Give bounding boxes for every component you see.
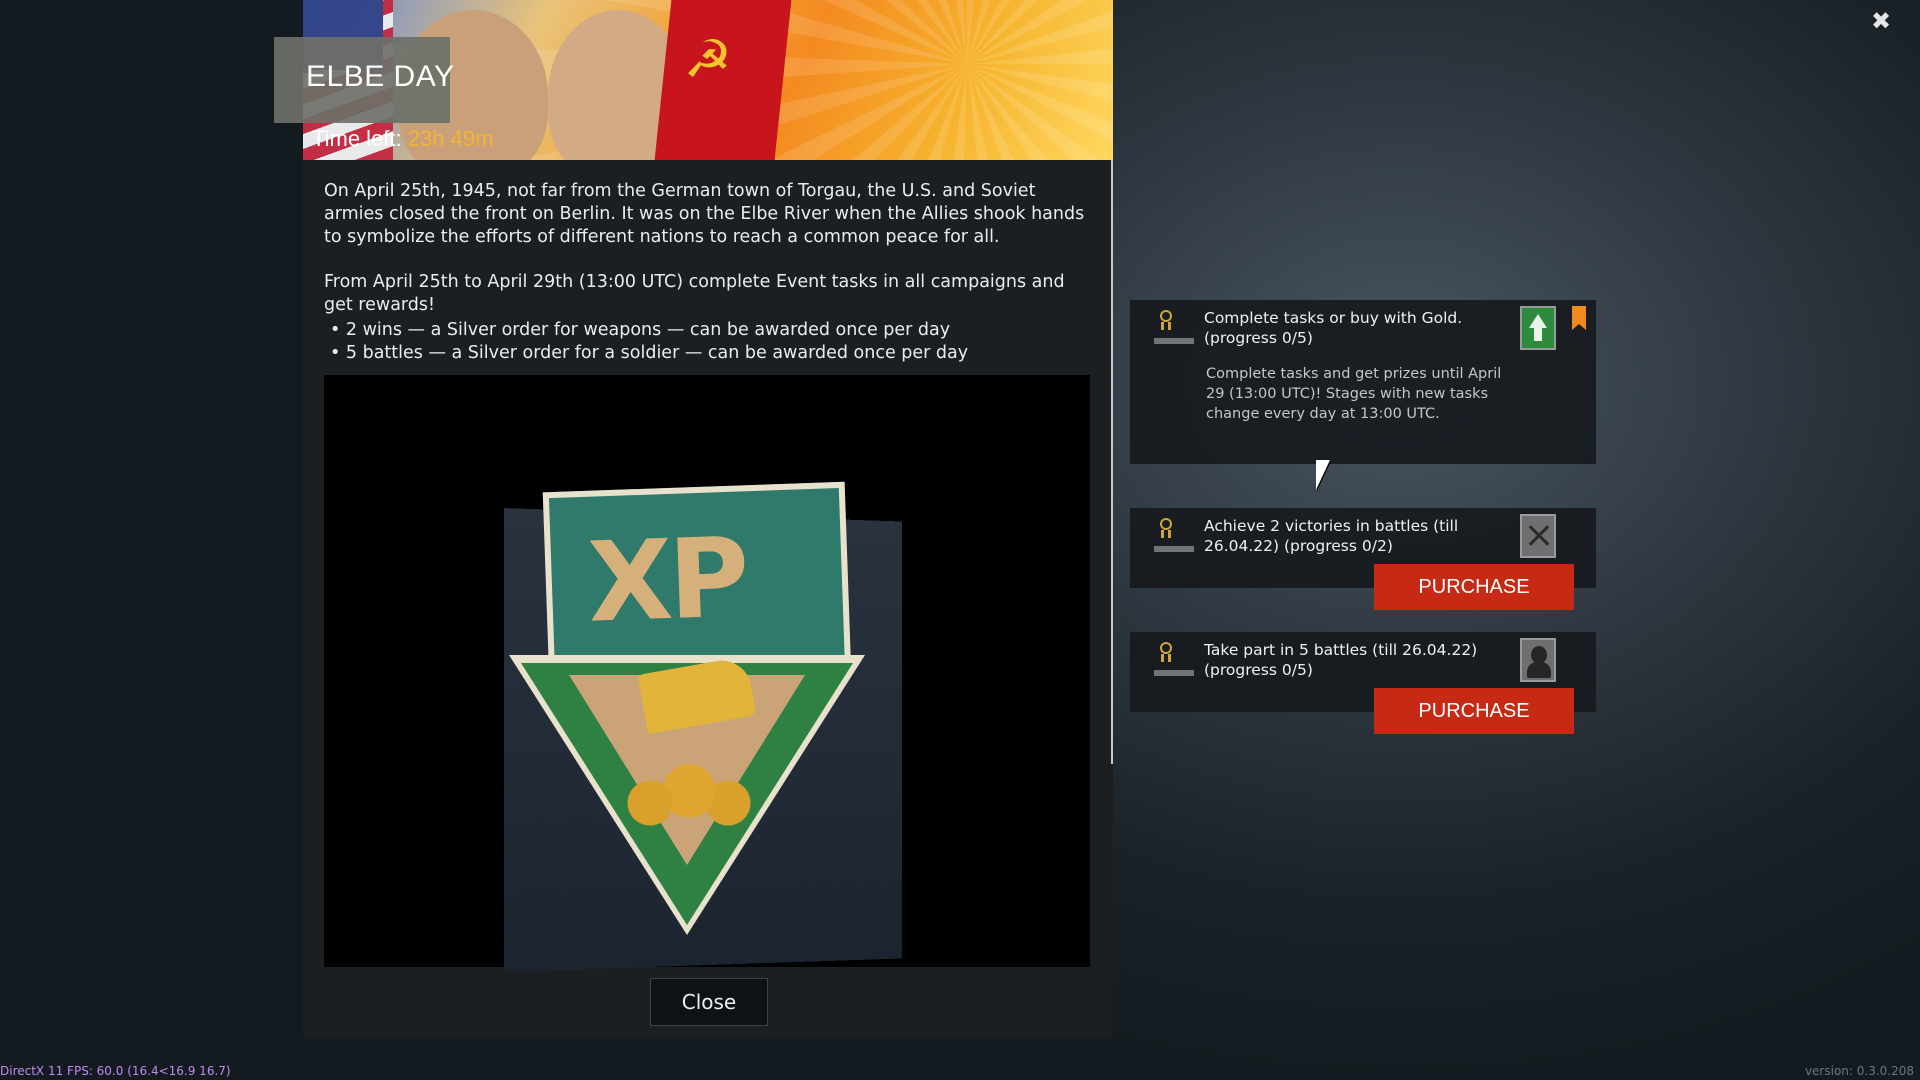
upgrade-arrow-stem bbox=[1534, 327, 1542, 341]
description-paragraph-2: From April 25th to April 29th (13:00 UTC… bbox=[324, 272, 1065, 315]
version-label: version: 0.3.0.208 bbox=[1804, 1064, 1914, 1078]
reward-preview: XP bbox=[324, 375, 1090, 972]
task-title: Take part in 5 battles (till 26.04.22) (… bbox=[1204, 641, 1478, 679]
purchase-button[interactable]: PURCHASE bbox=[1374, 564, 1574, 610]
task-progress-bar bbox=[1154, 546, 1194, 552]
medal-ribbon bbox=[1161, 322, 1171, 330]
purchase-button[interactable]: PURCHASE bbox=[1374, 688, 1574, 734]
xp-badge: XP bbox=[542, 481, 852, 685]
close-window-icon[interactable]: ✖ bbox=[1868, 8, 1894, 34]
task-card-victories: Achieve 2 victories in battles (till 26.… bbox=[1130, 508, 1596, 610]
task-card-gold: Complete tasks or buy with Gold. (progre… bbox=[1130, 300, 1596, 464]
event-title: ELBE DAY bbox=[306, 60, 455, 93]
medal-ring bbox=[1160, 310, 1172, 322]
task-title: Achieve 2 victories in battles (till 26.… bbox=[1204, 517, 1459, 555]
medal-ribbon bbox=[1161, 530, 1171, 538]
medal-ring bbox=[1160, 518, 1172, 530]
medal-figures-icon bbox=[624, 755, 754, 835]
upgrade-arrow-head bbox=[1529, 314, 1547, 328]
time-left-label: Time left: bbox=[312, 126, 402, 151]
description-scrollbar[interactable] bbox=[1111, 160, 1113, 764]
reward-weapon-icon[interactable] bbox=[1520, 514, 1556, 558]
reward-upgrade-icon[interactable] bbox=[1520, 306, 1556, 350]
time-left-value: 23h 49m bbox=[407, 126, 494, 151]
task-description: Complete tasks and get prizes until Apri… bbox=[1206, 366, 1502, 422]
medal-ribbon bbox=[1161, 654, 1171, 662]
description-paragraph-1: On April 25th, 1945, not far from the Ge… bbox=[324, 181, 1085, 247]
task-progress-bar bbox=[1154, 670, 1194, 676]
task-title: Complete tasks or buy with Gold. (progre… bbox=[1204, 309, 1463, 347]
time-left: Time left: 23h 49m bbox=[312, 126, 493, 152]
soldier-torso bbox=[1527, 662, 1551, 678]
reward-bullets: • 2 wins — a Silver order for weapons — … bbox=[324, 319, 1094, 365]
medal-icon bbox=[1160, 310, 1174, 332]
bookmark-icon bbox=[1572, 306, 1586, 330]
mouse-cursor-icon bbox=[1316, 460, 1330, 490]
soviet-flag-image: ☭ bbox=[653, 0, 793, 160]
hammer-sickle-icon: ☭ bbox=[681, 30, 735, 90]
medal-ring bbox=[1160, 642, 1172, 654]
xp-badge-text: XP bbox=[585, 513, 748, 647]
medal-icon bbox=[1160, 642, 1174, 664]
fps-counter: DirectX 11 FPS: 60.0 (16.4<16.9 16.7) bbox=[0, 1064, 231, 1078]
reward-bullet: • 2 wins — a Silver order for weapons — … bbox=[330, 320, 951, 340]
close-button[interactable]: Close bbox=[650, 978, 768, 1026]
reward-bullet: • 5 battles — a Silver order for a soldi… bbox=[330, 343, 969, 363]
reward-soldier-icon[interactable] bbox=[1520, 638, 1556, 682]
event-description: On April 25th, 1945, not far from the Ge… bbox=[324, 180, 1094, 365]
task-progress-bar bbox=[1154, 338, 1194, 344]
medal-icon bbox=[1160, 518, 1174, 540]
task-card-battles: Take part in 5 battles (till 26.04.22) (… bbox=[1130, 632, 1596, 734]
